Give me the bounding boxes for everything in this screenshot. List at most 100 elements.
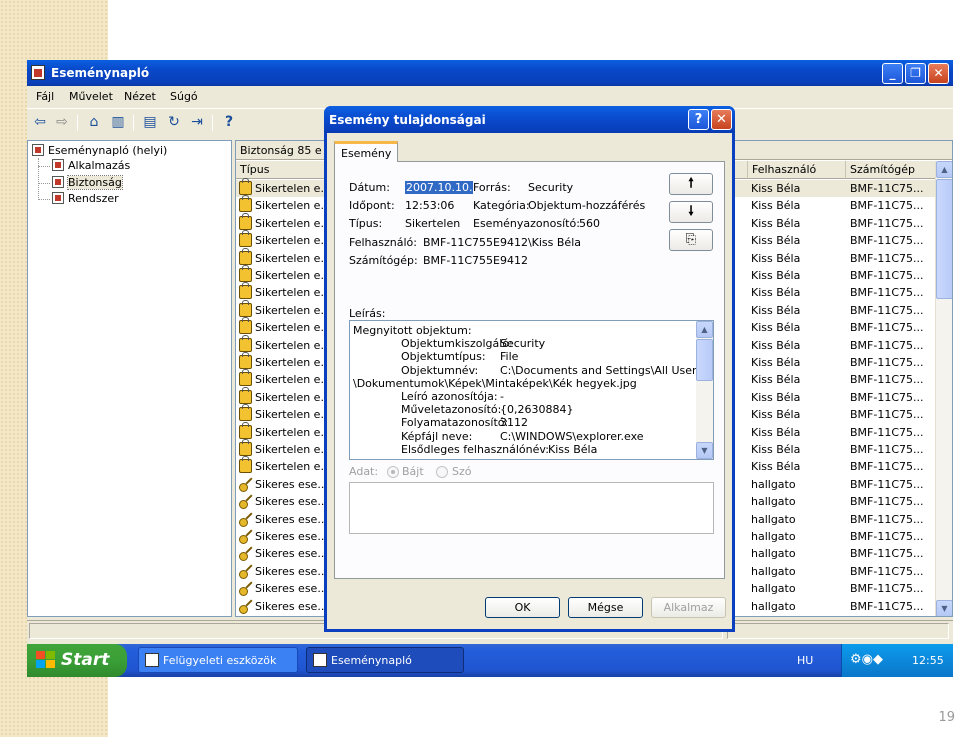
- menu-help[interactable]: Súgó: [170, 90, 198, 103]
- cell-type: Sikertelen e...: [255, 425, 331, 439]
- language-indicator[interactable]: HU: [797, 654, 813, 667]
- properties-icon[interactable]: ▤: [141, 114, 159, 131]
- cancel-button[interactable]: Mégse: [568, 597, 643, 618]
- data-textbox[interactable]: [349, 482, 714, 534]
- cell-type: Sikeres ese...: [255, 599, 328, 613]
- lock-icon: [239, 439, 252, 456]
- show-hide-tree-icon[interactable]: ▥: [109, 114, 127, 131]
- cell-user: Kiss Béla: [751, 216, 801, 230]
- scroll-up-button[interactable]: ▲: [696, 321, 713, 338]
- scroll-thumb[interactable]: [696, 339, 713, 381]
- dialog-close-button[interactable]: ✕: [711, 109, 732, 130]
- cell-type: Sikertelen e...: [255, 182, 331, 195]
- description-line-label: Objektumkiszolgáló:: [401, 337, 513, 351]
- apply-button[interactable]: Alkalmaz: [651, 597, 726, 618]
- cell-user: hallgato: [751, 512, 796, 526]
- tab-event[interactable]: Esemény: [334, 141, 399, 162]
- words-radio[interactable]: [436, 466, 448, 478]
- cell-computer: BMF-11C75...: [850, 564, 924, 578]
- dialog-help-button[interactable]: ?: [688, 109, 709, 130]
- close-button[interactable]: ✕: [928, 63, 949, 84]
- column-header-computer[interactable]: Számítógép: [846, 161, 936, 179]
- cell-type: Sikertelen e...: [255, 321, 331, 335]
- lock-icon: [239, 195, 252, 213]
- description-scrollbar[interactable]: ▲ ▼: [696, 321, 713, 459]
- cell-computer: BMF-11C75...: [850, 321, 924, 335]
- type-label: Típus:: [349, 217, 383, 230]
- cell-user: hallgato: [751, 495, 796, 509]
- start-button[interactable]: Start: [27, 644, 127, 677]
- lock-icon: [239, 369, 252, 387]
- scroll-up-button[interactable]: ▲: [936, 161, 952, 178]
- cell-user: Kiss Béla: [751, 390, 801, 404]
- description-line-label: Objektumtípus:: [401, 350, 486, 364]
- previous-event-button[interactable]: 🠕: [669, 173, 713, 195]
- cell-user: Kiss Béla: [751, 182, 801, 195]
- help-icon[interactable]: ?: [220, 114, 238, 131]
- description-label: Leírás:: [349, 307, 386, 320]
- cell-computer: BMF-11C75...: [850, 373, 924, 387]
- cell-type: Sikeres ese...: [255, 530, 328, 543]
- cell-type: Sikeres ese...: [255, 495, 328, 509]
- description-textbox[interactable]: Megnyitott objektum: Objektumkiszolgáló: S…: [349, 320, 714, 460]
- scroll-down-button[interactable]: ▼: [696, 442, 713, 459]
- lock-icon: [239, 386, 252, 404]
- system-tray: ⚙◉◆ 12:55: [841, 644, 953, 677]
- minimize-button[interactable]: _: [882, 63, 903, 84]
- category-value: Objektum-hozzáférés: [528, 199, 646, 212]
- cell-user: Kiss Béla: [751, 373, 801, 387]
- event-id-label: Eseményazonosító:: [473, 217, 580, 230]
- cell-type: Sikertelen e...: [255, 251, 331, 265]
- cell-computer: BMF-11C75...: [850, 512, 924, 526]
- description-line-label: Megnyitott objektum:: [353, 324, 472, 337]
- admin-tools-icon: [145, 653, 159, 667]
- cell-computer: BMF-11C75...: [850, 234, 924, 248]
- date-value[interactable]: 2007.10.10.: [405, 181, 474, 194]
- cell-type: Sikertelen e...: [255, 286, 331, 300]
- cell-computer: BMF-11C75...: [850, 303, 924, 317]
- export-list-icon[interactable]: ⇥: [188, 114, 206, 131]
- forward-arrow-icon[interactable]: ⇨: [53, 114, 71, 131]
- maximize-button[interactable]: ❐: [905, 63, 926, 84]
- column-header-user[interactable]: Felhasználó: [748, 161, 846, 179]
- source-value: Security: [528, 181, 574, 194]
- tree-item-application[interactable]: Alkalmazás: [52, 159, 130, 172]
- tree-item-system[interactable]: Rendszer: [52, 192, 119, 205]
- tab-panel-event: Dátum: 2007.10.10. Forrás: Security Időp…: [334, 161, 725, 579]
- dialog-titlebar[interactable]: Esemény tulajdonságai ? ✕: [324, 106, 735, 133]
- taskbar-item-admin-tools[interactable]: Felügyeleti eszközök: [138, 647, 298, 673]
- cell-type: Sikertelen e...: [255, 408, 331, 422]
- cell-computer: BMF-11C75...: [850, 460, 924, 474]
- page-number: 19: [938, 710, 955, 725]
- lock-icon: [239, 212, 252, 230]
- category-label: Kategória:: [473, 199, 530, 212]
- main-window-title: Eseménynapló: [51, 66, 150, 80]
- refresh-icon[interactable]: ↻: [165, 114, 183, 131]
- tray-icons[interactable]: ⚙◉◆: [850, 652, 883, 667]
- taskbar-item-event-viewer[interactable]: Eseménynapló: [306, 647, 464, 673]
- copy-button[interactable]: ⎘: [669, 229, 713, 251]
- key-icon: [239, 529, 252, 544]
- bytes-radio[interactable]: [387, 466, 399, 478]
- back-arrow-icon[interactable]: ⇦: [31, 114, 49, 131]
- tree-root[interactable]: Eseménynapló (helyi): [32, 144, 167, 157]
- ok-button[interactable]: OK: [485, 597, 560, 618]
- cell-type: Sikeres ese...: [255, 477, 328, 491]
- description-line-value: C:\WINDOWS\explorer.exe: [500, 429, 644, 443]
- main-window-titlebar[interactable]: Eseménynapló _ ❐ ✕: [27, 60, 953, 86]
- up-folder-icon[interactable]: ⌂: [85, 114, 103, 131]
- menu-view[interactable]: Nézet: [124, 90, 156, 103]
- menu-action[interactable]: Művelet: [69, 90, 113, 103]
- words-radio-label: Szó: [452, 465, 472, 478]
- cell-user: Kiss Béla: [751, 356, 801, 369]
- next-event-button[interactable]: 🠗: [669, 201, 713, 223]
- scroll-down-button[interactable]: ▼: [936, 600, 952, 616]
- cell-computer: BMF-11C75...: [850, 390, 924, 404]
- tree-item-security[interactable]: Biztonság: [52, 175, 123, 190]
- lock-icon: [239, 352, 252, 369]
- scroll-thumb[interactable]: [936, 179, 952, 299]
- column-header-type[interactable]: Típus: [236, 161, 332, 179]
- cell-type: Sikeres ese...: [255, 564, 328, 578]
- menu-file[interactable]: Fájl: [36, 90, 54, 103]
- list-scrollbar[interactable]: ▲ ▼: [935, 161, 952, 616]
